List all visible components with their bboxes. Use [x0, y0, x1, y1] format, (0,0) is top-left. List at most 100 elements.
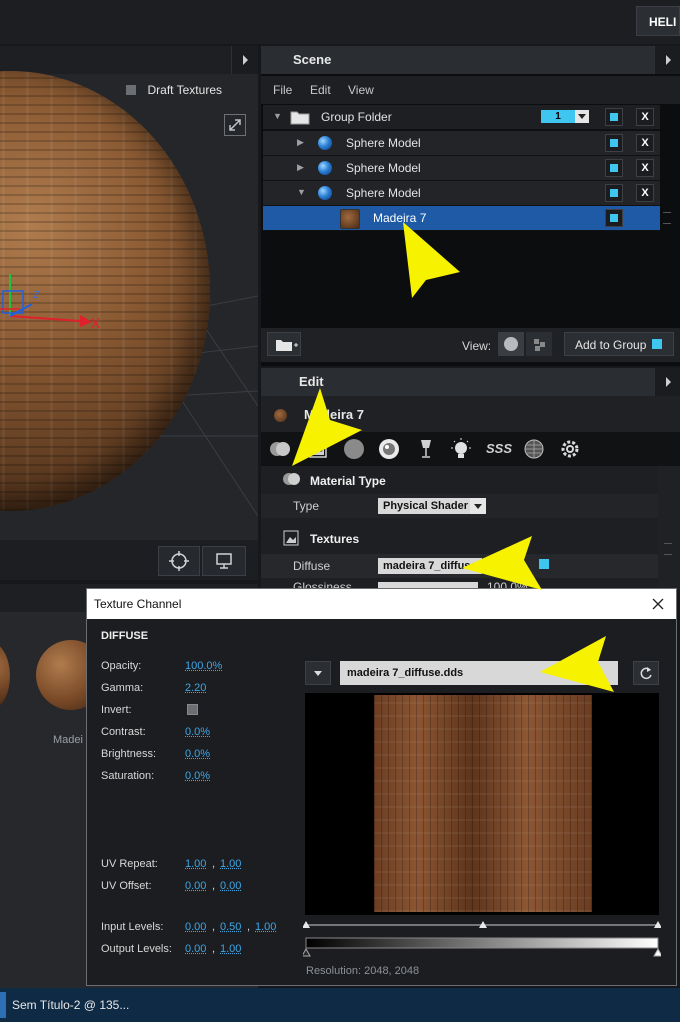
collapse-triangle-icon[interactable]: ▼	[273, 111, 282, 121]
texture-preview	[305, 693, 659, 915]
taskbar: Sem Título-2 @ 135...	[0, 988, 680, 1022]
menu-view[interactable]: View	[348, 83, 374, 97]
edit-title: Edit	[261, 368, 654, 396]
uv-offset-u[interactable]: 0.00	[185, 880, 206, 892]
material-label: Madeira 7	[373, 211, 427, 225]
light-bulb-tab-icon[interactable]	[449, 437, 473, 461]
chevron-right-icon	[666, 55, 671, 65]
scroll-grip[interactable]	[663, 212, 671, 224]
uv-repeat-u[interactable]: 1.00	[185, 858, 206, 870]
type-select[interactable]: Physical Shader	[378, 498, 470, 514]
reload-texture-button[interactable]	[633, 661, 659, 685]
reflective-sphere-tab-icon[interactable]	[378, 438, 400, 460]
scene-title: Scene	[261, 46, 654, 74]
chevron-right-icon	[666, 377, 671, 387]
tree-row-sphere-1[interactable]: ▶ Sphere Model X	[263, 131, 660, 156]
tree-row-group-folder[interactable]: ▼ Group Folder 1 X	[263, 105, 660, 130]
3d-viewport[interactable]: Draft Textures X Z	[0, 46, 258, 580]
visibility-toggle[interactable]	[605, 108, 623, 126]
group-number-field[interactable]: 1	[541, 110, 575, 123]
sss-tab[interactable]: SSS	[486, 441, 512, 456]
tree-row-material-selected[interactable]: Madeira 7	[263, 206, 660, 231]
sphere-model-label: Sphere Model	[346, 161, 421, 175]
diffuse-enable-toggle[interactable]	[539, 559, 549, 569]
delete-button[interactable]: X	[636, 108, 654, 126]
edit-material-name[interactable]: Madeira 7	[304, 407, 364, 422]
new-folder-button[interactable]	[267, 332, 301, 356]
add-to-group-button[interactable]: Add to Group	[564, 332, 674, 356]
opacity-value[interactable]: 100.0%	[185, 660, 222, 672]
visibility-toggle[interactable]	[605, 159, 623, 177]
visibility-toggle[interactable]	[605, 134, 623, 152]
invert-checkbox[interactable]	[187, 704, 198, 715]
delete-button[interactable]: X	[636, 184, 654, 202]
view-material-button[interactable]	[498, 332, 524, 356]
collapse-triangle-icon[interactable]: ▼	[297, 187, 306, 197]
delete-button[interactable]: X	[636, 159, 654, 177]
close-icon[interactable]	[650, 596, 666, 612]
uv-repeat-label: UV Repeat:	[101, 858, 158, 870]
material-thumb-1[interactable]	[0, 642, 10, 710]
output-level-black[interactable]: 0.00	[185, 943, 206, 955]
type-dropdown[interactable]	[470, 498, 486, 514]
display-button[interactable]	[202, 546, 246, 576]
contrast-value[interactable]: 0.0%	[185, 726, 210, 738]
scene-collapse-button[interactable]	[654, 46, 680, 74]
group-number-dropdown[interactable]	[575, 110, 589, 123]
comma: ,	[212, 943, 216, 955]
glass-tab-icon[interactable]	[418, 438, 434, 460]
resolution-text: Resolution: 2048, 2048	[306, 965, 420, 977]
add-to-group-indicator	[652, 339, 662, 349]
input-levels-label: Input Levels:	[101, 921, 164, 933]
texture-tab-icon[interactable]	[308, 439, 328, 459]
output-level-white[interactable]: 1.00	[220, 943, 241, 955]
input-level-white[interactable]: 1.00	[255, 921, 276, 933]
edit-properties: Material Type Type Physical Shader Textu…	[261, 466, 658, 590]
diffuse-sphere-tab-icon[interactable]	[343, 438, 365, 460]
expand-triangle-icon[interactable]: ▶	[297, 162, 304, 173]
delete-button[interactable]: X	[636, 134, 654, 152]
saturation-value[interactable]: 0.0%	[185, 770, 210, 782]
output-levels-label: Output Levels:	[101, 943, 172, 955]
menu-file[interactable]: File	[273, 83, 292, 97]
visibility-toggle[interactable]	[605, 184, 623, 202]
folder-icon	[290, 111, 310, 125]
uv-repeat-v[interactable]: 1.00	[220, 858, 241, 870]
texture-filename-field[interactable]: madeira 7_diffuse.dds	[340, 661, 618, 685]
scene-footer: View: Add to Group	[261, 328, 680, 362]
gear-icon[interactable]	[559, 438, 581, 460]
view-model-button[interactable]	[526, 332, 552, 356]
diffuse-texture-field[interactable]: madeira 7_diffuse	[378, 558, 482, 574]
levels-sliders[interactable]	[303, 919, 661, 959]
help-button[interactable]: HELI	[636, 6, 680, 36]
target-button[interactable]	[158, 546, 200, 576]
input-level-gamma[interactable]: 0.50	[220, 921, 241, 933]
scroll-grip[interactable]	[664, 543, 672, 555]
material-type-tab-icon[interactable]	[269, 439, 291, 459]
sphere-model-label: Sphere Model	[346, 186, 421, 200]
gamma-value[interactable]: 2.20	[185, 682, 206, 694]
monitor-icon	[216, 553, 232, 569]
sphere-model-icon	[318, 136, 332, 150]
taskbar-app-label[interactable]: Sem Título-2 @ 135...	[12, 998, 129, 1012]
visibility-toggle[interactable]	[605, 209, 623, 227]
uv-offset-v[interactable]: 0.00	[220, 880, 241, 892]
wireframe-sphere-tab-icon[interactable]	[523, 438, 545, 460]
texture-menu-button[interactable]	[305, 661, 331, 685]
sphere-model-icon	[318, 186, 332, 200]
axis-z-label: Z	[33, 290, 40, 301]
tree-row-sphere-2[interactable]: ▶ Sphere Model X	[263, 156, 660, 181]
material-thumb-label: Madei	[53, 734, 83, 746]
tree-row-sphere-3[interactable]: ▼ Sphere Model X	[263, 181, 660, 206]
brightness-value[interactable]: 0.0%	[185, 748, 210, 760]
app-icon[interactable]	[0, 992, 6, 1018]
material-ball-icon	[274, 409, 287, 422]
edit-tab-bar: SSS	[261, 432, 680, 466]
transform-gizmo[interactable]	[0, 256, 120, 346]
edit-collapse-button[interactable]	[654, 368, 680, 396]
input-level-black[interactable]: 0.00	[185, 921, 206, 933]
wood-texture-image	[374, 695, 592, 912]
saturation-label: Saturation:	[101, 770, 155, 782]
menu-edit[interactable]: Edit	[310, 83, 331, 97]
expand-triangle-icon[interactable]: ▶	[297, 137, 304, 148]
